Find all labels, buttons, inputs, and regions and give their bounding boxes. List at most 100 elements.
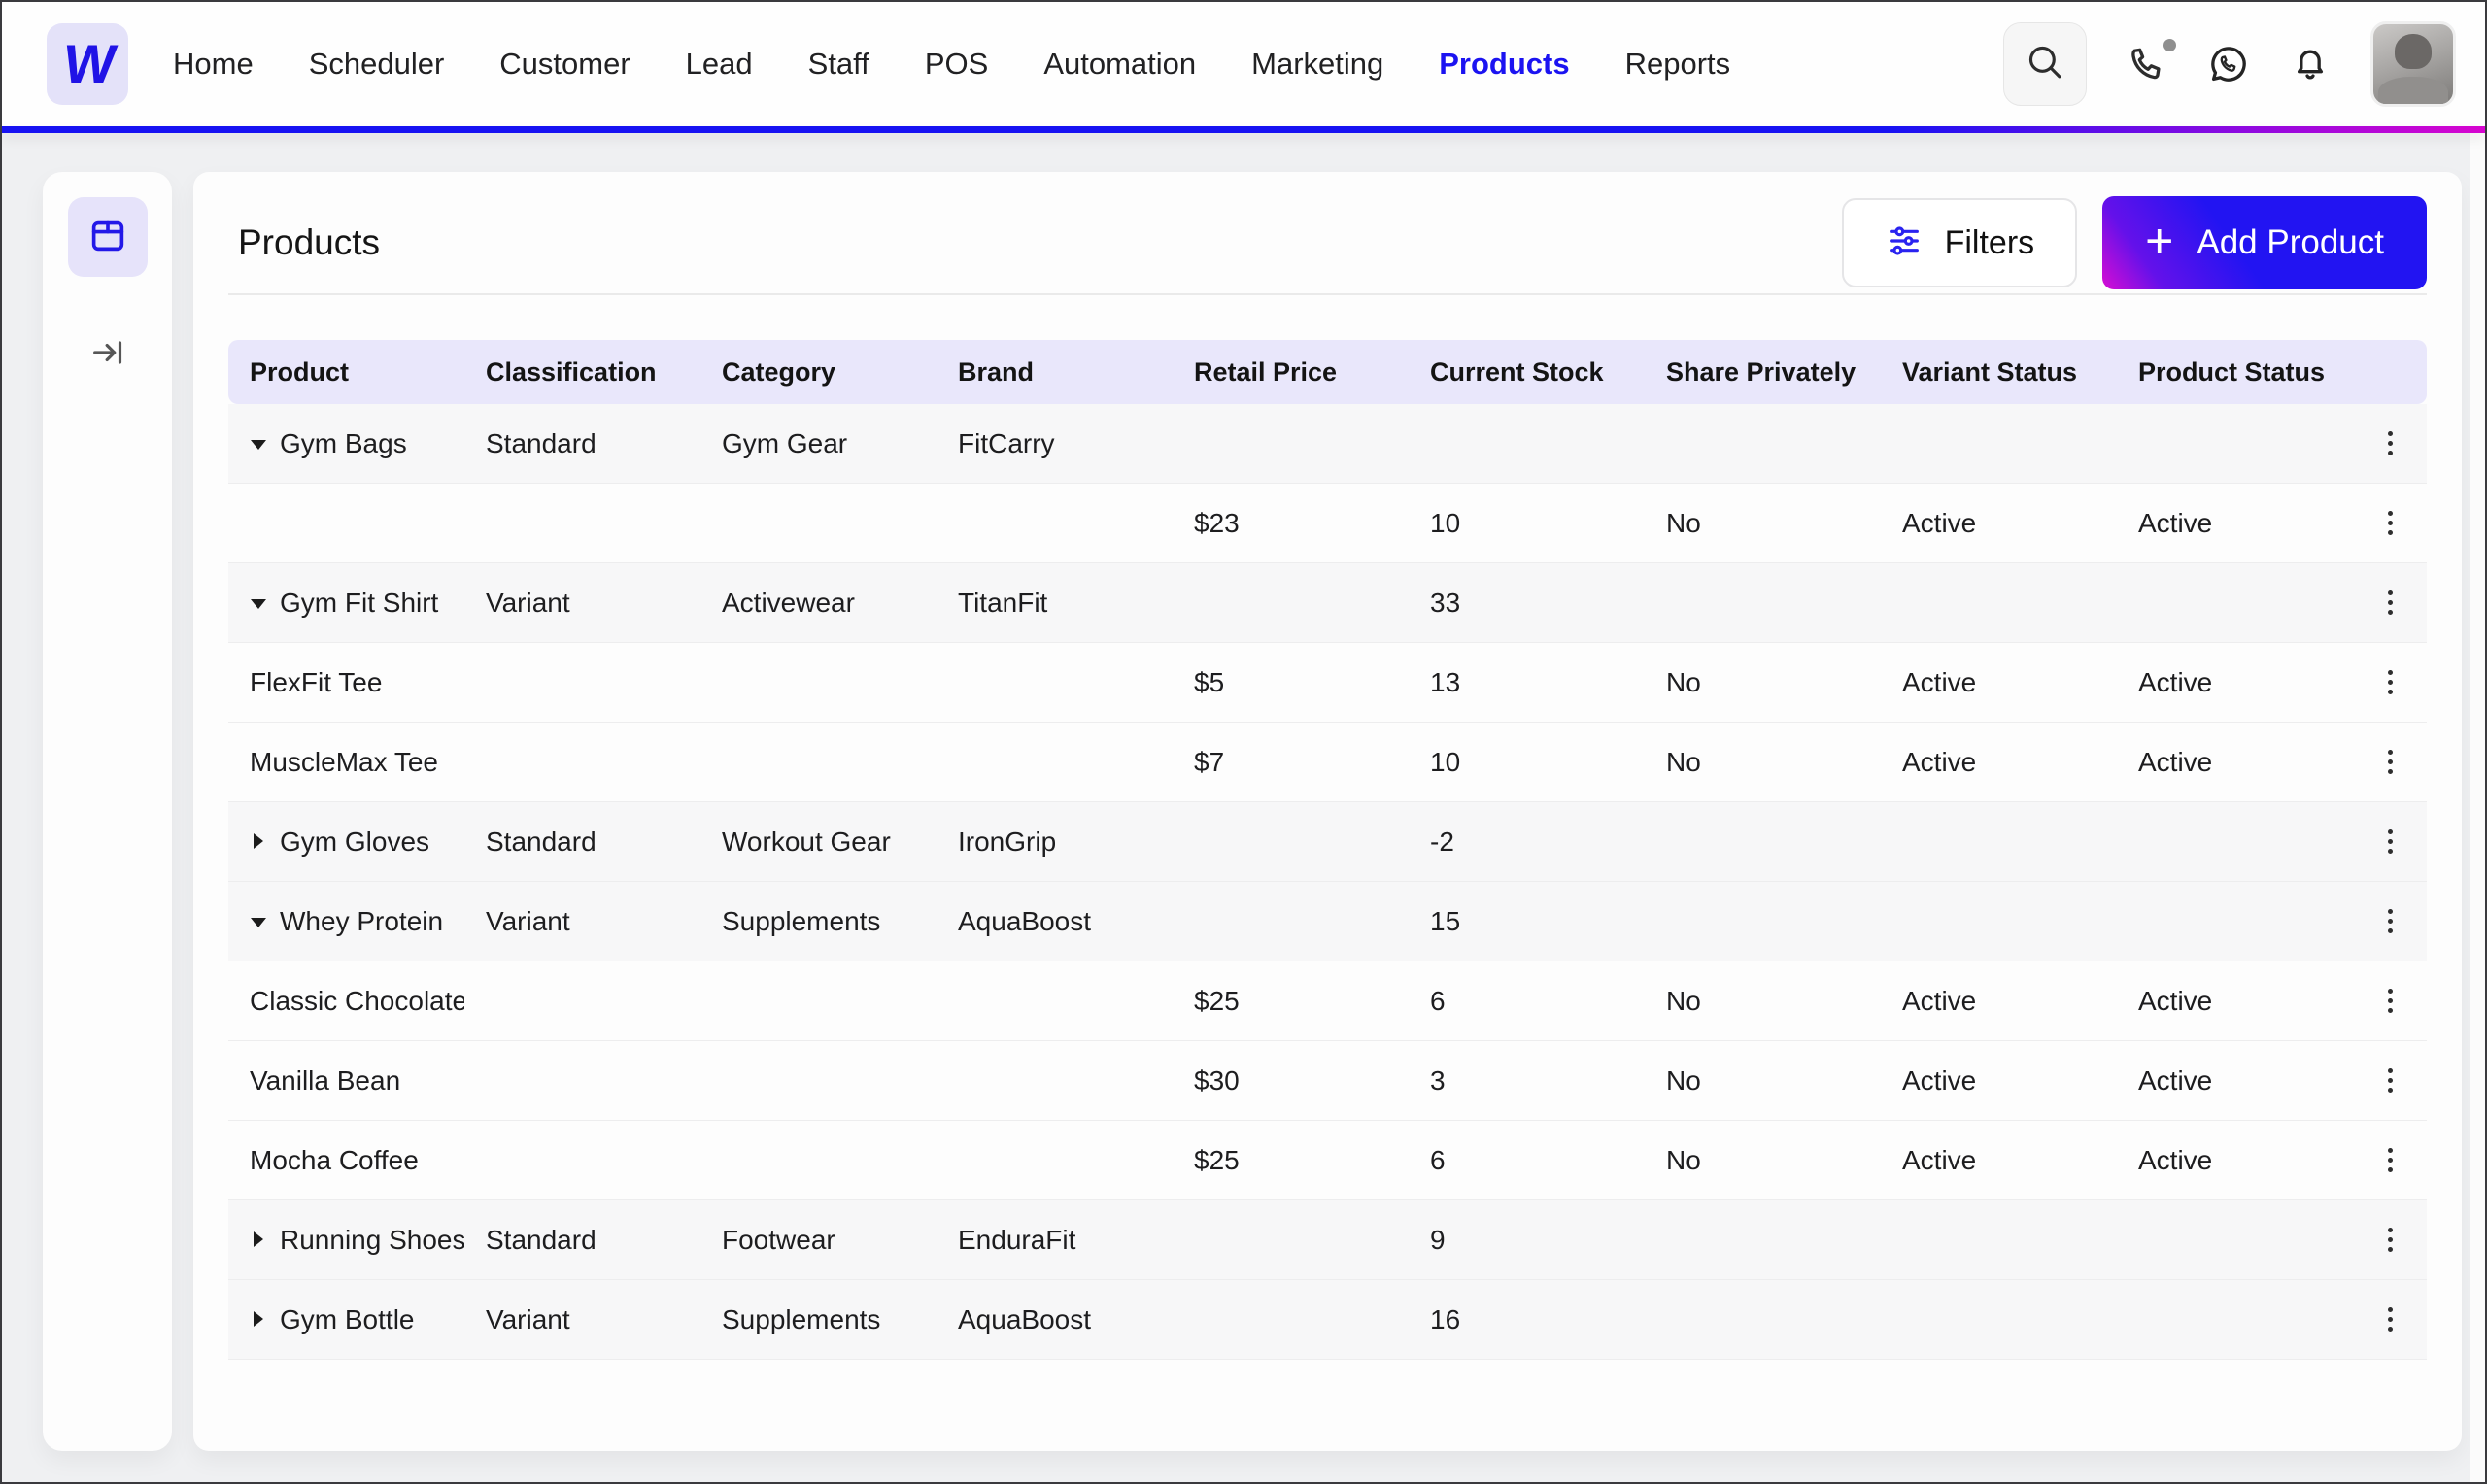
nav-item-lead[interactable]: Lead [686,47,753,82]
row-actions-cell [2353,1140,2427,1180]
kebab-menu-icon[interactable] [2380,1140,2401,1180]
app-screen: W Home Scheduler Customer Lead Staff POS Autom… [0,0,2487,1484]
product-status-cell: Active [2117,667,2353,698]
nav-item-pos[interactable]: POS [925,47,988,82]
kebab-menu-icon[interactable] [2380,662,2401,702]
search-button[interactable] [2003,22,2087,106]
classification-cell: Standard [464,1225,700,1256]
products-panel: Products Filters + Add Product [193,172,2462,1451]
plus-icon: + [2145,217,2173,265]
product-name: Gym Bottle [280,1304,414,1335]
brand-cell: AquaBoost [937,906,1173,937]
retail-price-cell: $30 [1173,1065,1409,1096]
expander-icon[interactable] [250,594,267,612]
table-row: Gym Gloves Standard Workout Gear IronGri… [228,802,2427,882]
kebab-menu-icon[interactable] [2380,742,2401,782]
row-actions-cell [2353,822,2427,861]
nav-item-scheduler[interactable]: Scheduler [309,47,445,82]
product-name: Gym Gloves [280,826,429,858]
category-cell: Supplements [700,906,937,937]
column-header: Brand [937,357,1173,388]
nav-item-marketing[interactable]: Marketing [1251,47,1383,82]
expander-icon[interactable] [250,435,267,453]
product-name: Vanilla Bean [250,1065,400,1096]
product-name: Gym Fit Shirt [280,588,438,619]
brand-cell: AquaBoost [937,1304,1173,1335]
current-stock-cell: 33 [1409,588,1645,619]
nav-item-automation[interactable]: Automation [1043,47,1196,82]
variant-status-cell: Active [1881,747,2117,778]
variant-status-cell: Active [1881,1065,2117,1096]
column-header: Category [700,357,937,388]
row-actions-cell [2353,503,2427,543]
table-row: MuscleMax Tee $7 10 No Active Active [228,723,2427,802]
navbar-gradient-divider [2,126,2485,133]
app-logo[interactable]: W [47,23,128,105]
variant-status-cell: Active [1881,667,2117,698]
add-product-label: Add Product [2197,223,2384,262]
sidebar-collapse-button[interactable] [88,333,127,377]
filters-button[interactable]: Filters [1842,198,2078,287]
product-name-cell: Vanilla Bean [228,1065,464,1096]
category-cell: Supplements [700,1304,937,1335]
column-header: Variant Status [1881,357,2117,388]
kebab-menu-icon[interactable] [2380,1220,2401,1260]
row-actions-cell [2353,742,2427,782]
top-navbar: W Home Scheduler Customer Lead Staff POS Autom… [2,2,2485,126]
product-name: Classic Chocolate [250,986,464,1017]
expander-icon[interactable] [250,913,267,930]
kebab-menu-icon[interactable] [2380,583,2401,623]
share-privately-cell: No [1645,508,1881,539]
product-name-cell: Gym Fit Shirt [228,588,464,619]
row-actions-cell [2353,981,2427,1021]
nav-item-reports[interactable]: Reports [1625,47,1731,82]
filters-button-label: Filters [1945,224,2035,262]
product-name-cell: Classic Chocolate [228,986,464,1017]
nav-item-home[interactable]: Home [173,47,254,82]
brand-cell: IronGrip [937,826,1173,858]
classification-cell: Variant [464,906,700,937]
kebab-menu-icon[interactable] [2380,981,2401,1021]
expander-icon[interactable] [250,1231,267,1249]
products-table: ProductClassificationCategoryBrandRetail… [228,340,2427,1360]
phone-button[interactable] [2126,43,2168,85]
nav-item-products[interactable]: Products [1439,47,1569,82]
whatsapp-button[interactable] [2207,43,2250,85]
product-name-cell: Whey Protein [228,906,464,937]
page-scrollbar[interactable] [2470,133,2485,1482]
share-privately-cell: No [1645,1145,1881,1176]
kebab-menu-icon[interactable] [2380,1299,2401,1339]
table-row: Gym Bottle Variant Supplements AquaBoost… [228,1280,2427,1360]
add-product-button[interactable]: + Add Product [2102,196,2427,289]
kebab-menu-icon[interactable] [2380,1061,2401,1100]
classification-cell: Standard [464,826,700,858]
category-cell: Footwear [700,1225,937,1256]
header-divider [228,293,2427,295]
kebab-menu-icon[interactable] [2380,901,2401,941]
share-privately-cell: No [1645,667,1881,698]
filters-sliders-icon [1885,221,1924,265]
expander-icon[interactable] [250,833,267,851]
product-name-cell: Running Shoes [228,1225,464,1256]
kebab-menu-icon[interactable] [2380,503,2401,543]
current-stock-cell: 10 [1409,747,1645,778]
nav-item-staff[interactable]: Staff [808,47,869,82]
share-privately-cell: No [1645,986,1881,1017]
table-row: Running Shoes Standard Footwear EnduraFi… [228,1200,2427,1280]
notifications-button[interactable] [2289,43,2332,85]
left-sidebar [43,172,172,1451]
user-avatar[interactable] [2370,21,2456,107]
product-name: Gym Bags [280,428,407,459]
kebab-menu-icon[interactable] [2380,423,2401,463]
retail-price-cell: $25 [1173,1145,1409,1176]
kebab-menu-icon[interactable] [2380,822,2401,861]
product-name: FlexFit Tee [250,667,382,698]
product-name-cell: Gym Bottle [228,1304,464,1335]
sidebar-item-products[interactable] [68,197,148,277]
row-actions-cell [2353,583,2427,623]
retail-price-cell: $5 [1173,667,1409,698]
expander-icon[interactable] [250,1311,267,1329]
nav-item-customer[interactable]: Customer [499,47,630,82]
row-actions-cell [2353,1299,2427,1339]
products-box-icon [85,213,130,262]
